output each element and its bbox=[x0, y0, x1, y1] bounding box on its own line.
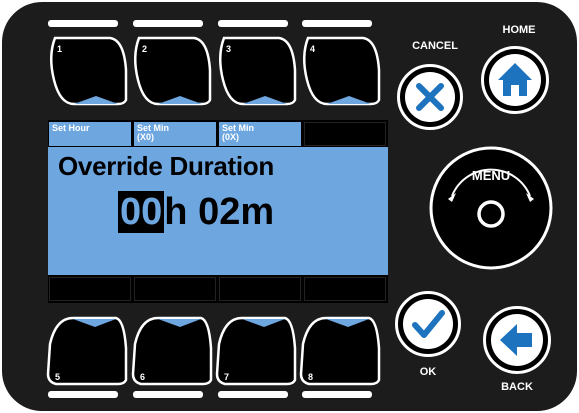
menu-label: MENU bbox=[471, 168, 511, 183]
softkey-label-8 bbox=[304, 277, 386, 301]
key-7-number: 7 bbox=[224, 372, 230, 382]
softkey-label-1-line1: Set Hour bbox=[52, 123, 90, 133]
softkey-label-7 bbox=[219, 277, 301, 301]
key-2-led-bar bbox=[133, 20, 203, 27]
home-label: HOME bbox=[502, 24, 536, 36]
ok-label: OK bbox=[419, 366, 437, 378]
soft-key-1[interactable] bbox=[50, 36, 128, 106]
key-8-number: 8 bbox=[308, 372, 314, 382]
softkey-label-2: Set Min (X0) bbox=[134, 122, 216, 146]
duration-value: 00h 02m bbox=[118, 191, 274, 234]
softkey-label-5 bbox=[49, 277, 131, 301]
back-arrow-icon bbox=[491, 314, 543, 366]
soft-key-4[interactable] bbox=[303, 36, 381, 106]
minutes-value: 02m bbox=[198, 191, 275, 233]
softkey-label-4 bbox=[304, 122, 386, 146]
ok-checkmark-icon bbox=[403, 299, 453, 349]
key-4-number: 4 bbox=[310, 44, 316, 54]
key-1-number: 1 bbox=[57, 44, 63, 54]
ok-button[interactable] bbox=[395, 291, 461, 357]
key-5-number: 5 bbox=[55, 372, 61, 382]
key-4-led-bar bbox=[302, 20, 372, 27]
back-label: BACK bbox=[501, 381, 533, 393]
softkey-label-6 bbox=[134, 277, 216, 301]
cancel-button[interactable] bbox=[397, 64, 463, 130]
softkey-label-1: Set Hour bbox=[49, 122, 131, 146]
key-6-led-bar bbox=[133, 391, 203, 398]
home-house-icon bbox=[489, 54, 541, 106]
soft-key-3[interactable] bbox=[219, 36, 297, 106]
key-3-led-bar bbox=[218, 20, 288, 27]
softkey-label-2-line2: (X0) bbox=[137, 132, 155, 142]
softkey-label-3-line2: (0X) bbox=[222, 132, 240, 142]
key-6-number: 6 bbox=[140, 372, 146, 382]
lcd-display: Set Hour Set Min (X0) Set Min (0X) Overr… bbox=[48, 120, 388, 303]
key-5-led-bar bbox=[48, 391, 118, 398]
key-8-led-bar bbox=[302, 391, 372, 398]
cancel-label: CANCEL bbox=[412, 40, 458, 52]
softkey-label-3: Set Min (0X) bbox=[219, 122, 301, 146]
key-1-led-bar bbox=[48, 20, 118, 27]
back-button[interactable] bbox=[483, 306, 551, 374]
hours-unit: h bbox=[164, 191, 188, 233]
softkey-label-row: Set Hour Set Min (X0) Set Min (0X) bbox=[48, 120, 388, 147]
lcd-main-area: Override Duration 00h 02m bbox=[48, 147, 388, 275]
cancel-x-icon bbox=[405, 72, 455, 122]
hours-digits-selected: 00 bbox=[118, 191, 165, 233]
key-3-number: 3 bbox=[226, 44, 232, 54]
key-7-led-bar bbox=[218, 391, 288, 398]
key-2-number: 2 bbox=[142, 44, 148, 54]
lower-softkey-label-row bbox=[48, 277, 388, 303]
home-button[interactable] bbox=[481, 46, 549, 114]
screen-title: Override Duration bbox=[58, 151, 274, 181]
menu-dial[interactable] bbox=[429, 146, 553, 270]
